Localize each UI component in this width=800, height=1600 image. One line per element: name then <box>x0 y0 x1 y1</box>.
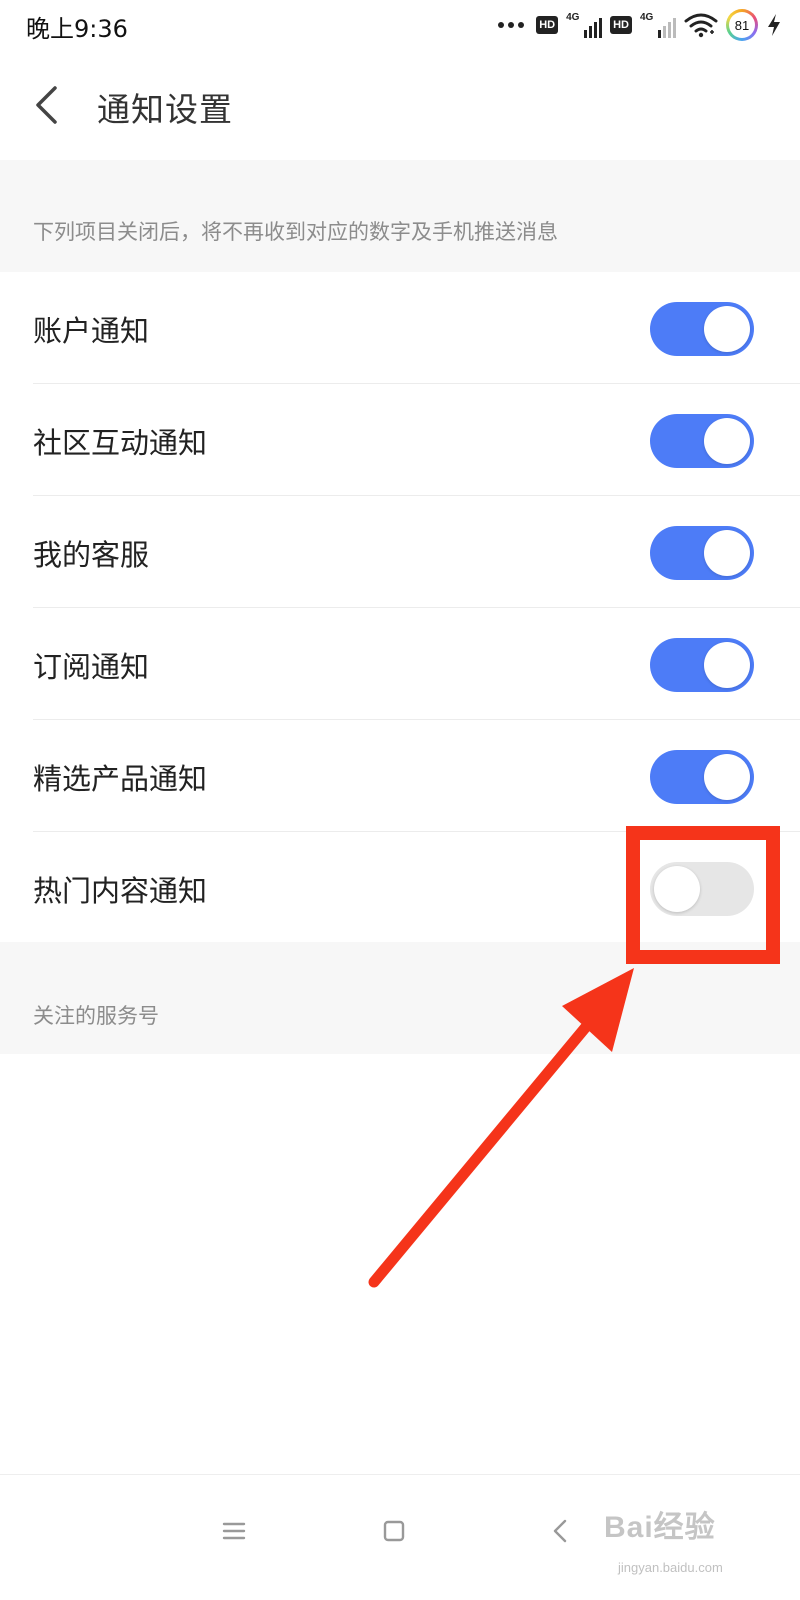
toggle-community[interactable] <box>650 414 754 468</box>
setting-row-account: 账户通知 <box>0 272 800 384</box>
chevron-left-icon <box>36 86 57 124</box>
network-type-1: 4G <box>566 12 580 23</box>
nav-menu-button[interactable] <box>204 1501 264 1561</box>
back-button[interactable] <box>24 80 68 130</box>
network-type-2: 4G <box>640 12 654 23</box>
toggle-customer-service[interactable] <box>650 526 754 580</box>
charging-bolt-icon <box>766 13 782 37</box>
notification-settings-list: 账户通知 社区互动通知 我的客服 订阅通知 精选产品通知 热门内容通知 <box>0 272 800 944</box>
setting-label-hot-content: 热门内容通知 <box>33 874 208 908</box>
nav-home-button[interactable] <box>364 1501 424 1561</box>
annotation-arrow-shaft <box>368 1016 596 1288</box>
notice-hint-text: 下列项目关闭后，将不再收到对应的数字及手机推送消息 <box>33 220 558 244</box>
toggle-hot-content[interactable] <box>650 862 754 916</box>
hd-badge-2: HD <box>610 16 632 34</box>
signal-icon-2: 4G <box>640 12 676 38</box>
toggle-account[interactable] <box>650 302 754 356</box>
page-header: 通知设置 <box>0 50 800 160</box>
wifi-icon <box>684 12 718 38</box>
home-square-icon <box>383 1520 405 1542</box>
setting-row-community: 社区互动通知 <box>0 384 800 496</box>
followed-accounts-section: 关注的服务号 <box>0 942 800 1054</box>
setting-label-community: 社区互动通知 <box>33 426 208 460</box>
setting-label-account: 账户通知 <box>33 314 150 348</box>
setting-label-subscription: 订阅通知 <box>33 650 150 684</box>
toggle-featured-products[interactable] <box>650 750 754 804</box>
watermark-url: jingyan.baidu.com <box>618 1560 723 1575</box>
baidu-watermark: Bai经验 jingyan.baidu.com <box>604 1482 794 1592</box>
menu-icon <box>222 1522 246 1540</box>
setting-row-subscription: 订阅通知 <box>0 608 800 720</box>
setting-label-customer-service: 我的客服 <box>33 538 150 572</box>
more-dots-icon <box>498 22 525 28</box>
followed-accounts-label[interactable]: 关注的服务号 <box>33 1000 159 1030</box>
signal-icon-1: 4G <box>566 12 603 38</box>
page-title: 通知设置 <box>97 90 233 129</box>
hd-badge-1: HD <box>536 16 559 34</box>
battery-indicator: 81 <box>726 9 758 41</box>
setting-row-customer-service: 我的客服 <box>0 496 800 608</box>
nav-back-button[interactable] <box>530 1501 590 1561</box>
notice-hint-section: 下列项目关闭后，将不再收到对应的数字及手机推送消息 <box>0 160 800 272</box>
status-icons: HD 4G HD 4G 81 <box>498 8 782 42</box>
setting-row-hot-content: 热门内容通知 <box>0 832 800 944</box>
watermark-logo: Bai经验 <box>604 1511 716 1544</box>
nav-back-icon <box>553 1519 567 1543</box>
toggle-subscription[interactable] <box>650 638 754 692</box>
status-time: 晚上9:36 <box>26 15 128 43</box>
setting-row-featured-products: 精选产品通知 <box>0 720 800 832</box>
setting-label-featured-products: 精选产品通知 <box>33 762 208 796</box>
status-bar: 晚上9:36 HD 4G HD 4G 81 <box>0 0 800 50</box>
